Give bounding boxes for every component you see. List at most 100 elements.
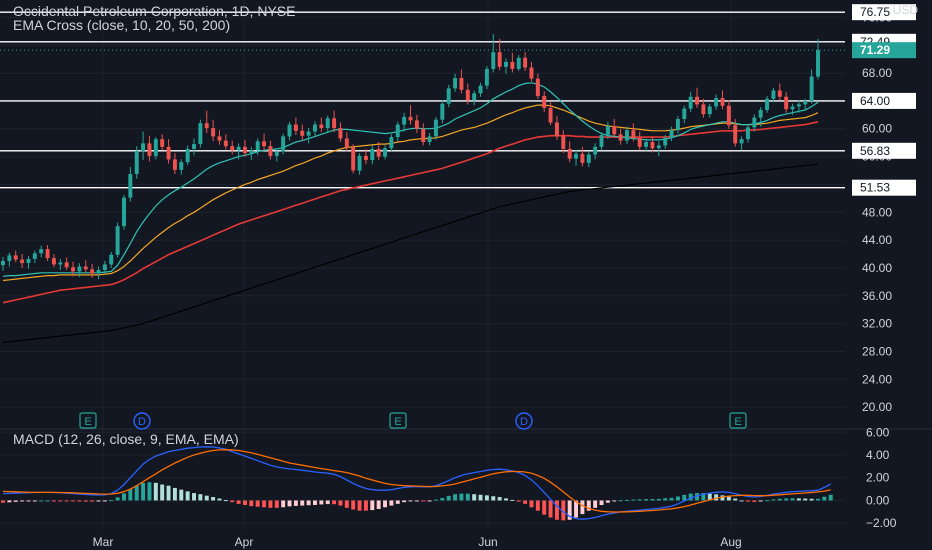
candle-body [593,146,598,155]
candle-body [204,123,209,129]
macd-histogram-bar [771,499,776,501]
macd-histogram-bar [491,496,496,501]
candle-body [274,151,279,156]
macd-histogram-bar [580,500,585,515]
macd-histogram-bar [198,494,203,501]
candle-body [796,104,801,107]
candle-body [446,88,451,104]
macd-histogram-bar [777,498,782,501]
macd-histogram-bar [554,500,559,520]
macd-histogram-bar [13,500,18,502]
macd-histogram-bar [803,498,808,501]
candle-body [612,125,617,135]
candle-body [765,98,770,110]
macd-histogram-bar [631,499,636,501]
ema20-line [2,104,819,282]
macd-histogram-bar [363,500,368,511]
macd-histogram-bar [516,500,521,502]
candle-body [262,141,267,147]
candle-body [745,127,750,140]
macd-histogram-bar [249,500,254,507]
macd-histogram-bar [26,500,31,502]
candle-body [548,107,553,123]
chart-canvas[interactable]: E E E D D 20.00 24.00 28.00 32.00 36.00 40.00 44.00… [0,0,932,550]
candle-body [465,89,470,101]
candle-body [554,122,559,137]
candle-body [192,144,196,149]
price-axis-label: 68.00 [862,66,892,80]
macd-histogram-bar [211,497,216,501]
macd-histogram-bar [160,484,165,501]
candle-body [300,130,305,136]
macd-histogram-bar [478,494,483,501]
candle-body [427,136,432,142]
price-axis-label: 60.00 [862,122,892,136]
candle-body [376,148,381,157]
candle-body [497,52,502,67]
candle-body [306,131,311,136]
macd-histogram-bar [433,499,438,501]
macd-histogram-bar [338,500,343,506]
candle-body [115,226,120,255]
level-price-tag-label: 51.53 [860,181,890,195]
macd-histogram-bar [790,498,795,501]
macd-histogram-bar [325,500,330,505]
macd-histogram-bar [663,498,668,501]
candle-body [160,139,165,147]
macd-histogram-bar [1,500,5,503]
macd-histogram-bar [497,497,502,501]
candle-body [631,130,636,138]
candle-body [344,138,349,148]
candle-body [96,270,101,274]
candle-body [777,90,782,97]
candle-body [319,124,324,129]
macd-histogram-bar [548,500,553,518]
time-axis-label: Mar [93,535,114,549]
macd-histogram-bar [262,500,267,508]
macd-histogram-bar [274,500,279,508]
macd-histogram-bar [179,489,184,501]
candle-body [338,128,343,139]
candle-body [529,67,534,79]
macd-histogram-bar [351,500,356,510]
candle-body [198,123,203,145]
macd-histogram-bar [440,497,445,501]
candle-body [669,130,674,138]
macd-histogram-bar [427,500,432,502]
candle-body [122,197,126,227]
candle-body [472,93,477,101]
macd-legend: MACD (12, 26, close, 9, EMA, EMA) [13,431,239,447]
candle-body [720,98,725,106]
macd-histogram-bar [102,500,107,502]
candle-body [803,100,808,105]
candle-body [809,76,814,101]
candle-body [421,128,426,142]
macd-histogram-bar [637,499,642,501]
macd-histogram-bar [332,500,337,505]
candle-body [45,249,50,259]
macd-histogram-bar [745,500,750,502]
macd-histogram-bar [383,500,388,508]
macd-histogram-bar [669,497,674,501]
candle-body [71,267,76,272]
candle-body [287,124,292,137]
macd-histogram-bar [408,500,413,502]
macd-histogram-bar [319,500,324,505]
candle-body [567,148,572,159]
candle-body [32,253,37,259]
candle-body [605,125,610,136]
macd-histogram-bar [147,482,152,501]
macd-histogram-bar [809,498,814,501]
trading-chart[interactable]: E E E D D 20.00 24.00 28.00 32.00 36.00 40.00 44.00… [0,0,932,550]
earnings-marker-label: E [734,416,741,428]
macd-histogram-bar [739,500,744,502]
candle-body [739,139,744,144]
macd-axis-label: 6.00 [866,425,890,439]
macd-histogram-bar [726,496,731,501]
candle-body [51,258,56,265]
candle-body [223,140,228,147]
candle-body [675,119,680,131]
candle-body [650,141,655,149]
candle-body [230,146,235,151]
candle-body [433,119,438,137]
